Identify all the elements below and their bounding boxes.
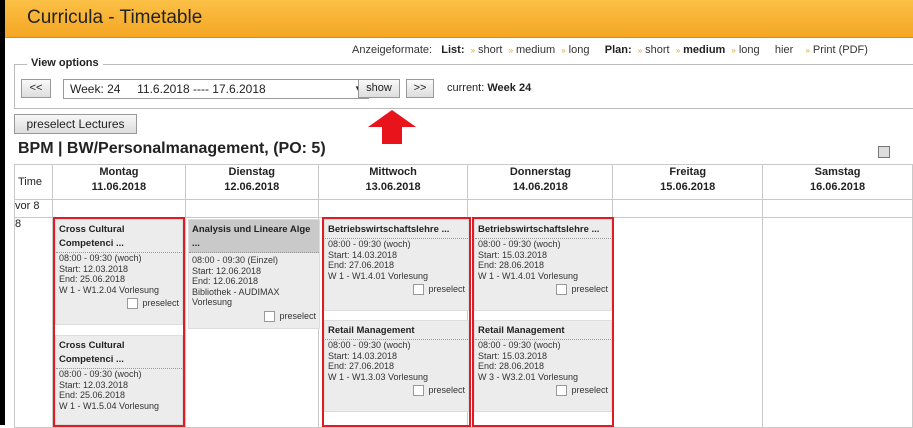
slot-cell (317, 199, 469, 218)
curriculum-heading: BPM | BW/Personalmanagement, (PO: 5) (18, 140, 326, 157)
page-title: Curricula - Timetable (27, 7, 203, 28)
slot-cell (762, 199, 913, 218)
print-pdf-link[interactable]: Print (PDF) (813, 44, 868, 56)
event-type: Vorlesung (192, 297, 233, 307)
highlight-box (53, 217, 185, 427)
day-header-thursday: Donnerstag 14.06.2018 (467, 164, 614, 200)
prev-week-button[interactable]: << (21, 79, 51, 98)
highlight-box (472, 217, 614, 427)
day-date: 12.06.2018 (224, 181, 280, 193)
bullet-icon: » (637, 46, 643, 55)
slot-cell (51, 199, 186, 218)
preselect-option[interactable]: preselect (189, 310, 319, 322)
current-week-value: Week 24 (487, 82, 532, 94)
bullet-icon: » (675, 46, 681, 55)
slot-cell (184, 199, 319, 218)
list-long-link[interactable]: long (569, 44, 590, 56)
view-options-panel: View options << Week: 24 11.6.2018 ---- … (14, 57, 913, 109)
list-label: List: (441, 44, 465, 56)
event-start: Start: 12.06.2018 (192, 265, 262, 276)
day-date: 14.06.2018 (512, 181, 568, 193)
current-week: current: Week 24 (447, 82, 531, 94)
bullet-icon: » (731, 46, 736, 55)
preselect-label: preselect (279, 310, 316, 321)
week-select[interactable]: Week: 24 11.6.2018 ---- 17.6.2018 ▼ (63, 79, 369, 99)
preselect-lectures-button[interactable]: preselect Lectures (14, 114, 137, 134)
week-select-value: Week: 24 11.6.2018 ---- 17.6.2018 (70, 82, 266, 96)
preselect-checkbox[interactable] (264, 310, 276, 322)
day-date: 15.06.2018 (660, 181, 716, 193)
event-title: Analysis und Lineare Alge (189, 220, 319, 237)
title-bar: Curricula - Timetable (5, 0, 913, 38)
red-arrow-icon (368, 110, 416, 144)
event-end: End: 12.06.2018 (192, 276, 259, 286)
plan-short-link[interactable]: short (645, 44, 669, 56)
event-card[interactable]: Analysis und Lineare Alge ... 08:00 - 09… (188, 219, 320, 329)
bullet-icon: » (805, 46, 810, 55)
window-border (0, 0, 5, 425)
day-date: 11.06.2018 (91, 181, 147, 193)
slot-cell (467, 199, 614, 218)
hier-link[interactable]: hier (775, 44, 793, 56)
bullet-icon: » (508, 46, 514, 55)
day-name: Donnerstag (509, 166, 571, 178)
list-short-link[interactable]: short (478, 44, 502, 56)
highlight-box (322, 217, 471, 427)
day-name: Dienstag (228, 166, 275, 178)
plan-medium-link[interactable]: medium (683, 44, 725, 56)
print-icon[interactable] (878, 146, 890, 158)
time-cell: vor 8 (14, 199, 53, 218)
event-room: Bibliothek - AUDIMAX (192, 286, 280, 297)
day-name: Montag (99, 166, 139, 178)
day-header-monday: Montag 11.06.2018 (51, 164, 186, 200)
time-header: Time (14, 164, 53, 200)
event-title: ... (189, 237, 319, 253)
show-button[interactable]: show (358, 79, 400, 98)
day-header-saturday: Samstag 16.06.2018 (762, 164, 913, 200)
day-date: 13.06.2018 (365, 181, 421, 193)
time-cell: 8 (14, 217, 53, 428)
next-week-button[interactable]: >> (406, 79, 434, 98)
slot-cell (762, 217, 913, 428)
plan-long-link[interactable]: long (739, 44, 760, 56)
list-medium-link[interactable]: medium (516, 44, 555, 56)
slot-cell (612, 199, 764, 218)
day-header-wednesday: Mittwoch 13.06.2018 (317, 164, 469, 200)
day-name: Freitag (669, 166, 707, 178)
day-header-tuesday: Dienstag 12.06.2018 (184, 164, 319, 200)
day-name: Mittwoch (369, 166, 417, 178)
display-formats: Anzeigeformate: List: » short » medium » lo… (352, 44, 868, 56)
current-label: current: (447, 82, 485, 94)
plan-label: Plan: (604, 44, 632, 56)
day-date: 16.06.2018 (810, 181, 866, 193)
day-header-friday: Freitag 15.06.2018 (612, 164, 764, 200)
bullet-icon: » (470, 46, 476, 55)
view-options-legend: View options (27, 57, 103, 69)
bullet-icon: » (561, 46, 566, 55)
event-time: 08:00 - 09:30 (Einzel) (192, 255, 279, 265)
formats-label: Anzeigeformate: (352, 44, 433, 56)
slot-cell (612, 217, 764, 428)
day-name: Samstag (814, 166, 861, 178)
